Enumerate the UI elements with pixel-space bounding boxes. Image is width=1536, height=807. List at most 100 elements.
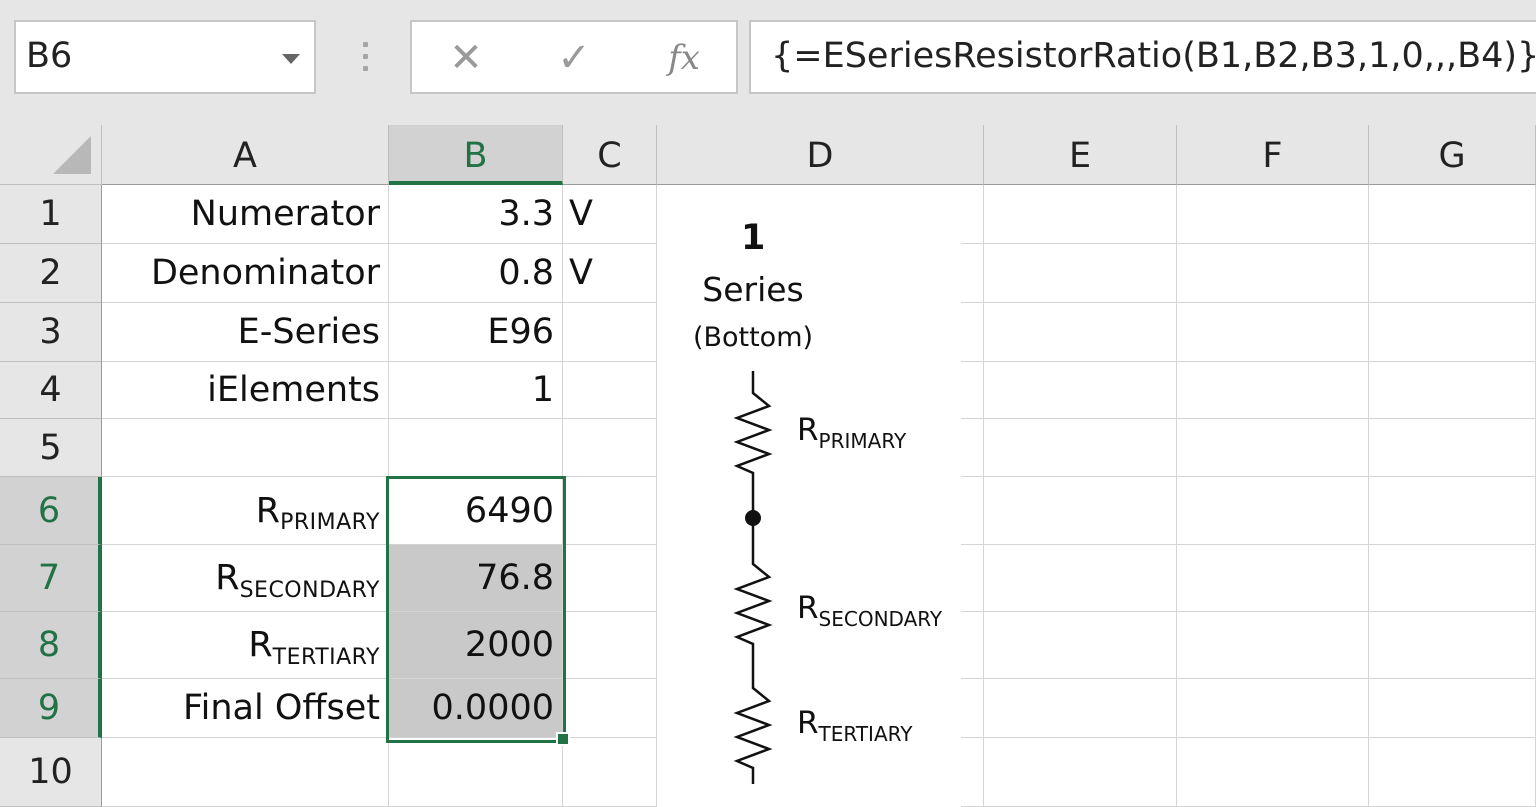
cell-b1[interactable]: 3.3 — [389, 185, 563, 244]
cell-a1-text: Numerator — [190, 194, 380, 234]
formula-buttons: ✕ ✓ fx — [410, 20, 738, 94]
grid-cell[interactable] — [563, 477, 657, 545]
name-box[interactable]: B6 — [14, 20, 316, 94]
grid-cell[interactable] — [1369, 244, 1536, 303]
grid-cell[interactable] — [984, 612, 1177, 679]
cell-a8-sub: TERTIARY — [272, 644, 380, 670]
grid-cell[interactable] — [1369, 303, 1536, 362]
insert-function-button[interactable]: fx — [654, 30, 714, 86]
grid-cell[interactable] — [1177, 612, 1369, 679]
column-header-e[interactable]: E — [984, 125, 1177, 185]
cell-b4[interactable]: 1 — [389, 362, 563, 419]
cell-b6[interactable]: 6490 — [389, 477, 563, 545]
row-header-6[interactable]: 6 — [0, 477, 102, 545]
grid-cell[interactable] — [1369, 545, 1536, 612]
grid-cell[interactable] — [563, 303, 657, 362]
cell-b7[interactable]: 76.8 — [389, 545, 563, 612]
enter-icon[interactable]: ✓ — [544, 30, 604, 86]
row-header-3[interactable]: 3 — [0, 303, 102, 362]
grid-cell[interactable] — [984, 244, 1177, 303]
grid-cell[interactable] — [1369, 679, 1536, 738]
cell-a7-sub: SECONDARY — [239, 577, 380, 603]
grid-cell[interactable] — [1177, 185, 1369, 244]
cell-b9[interactable]: 0.0000 — [389, 679, 563, 738]
grid-cell[interactable] — [1369, 185, 1536, 244]
row-header-2[interactable]: 2 — [0, 244, 102, 303]
grid-cell[interactable] — [1177, 679, 1369, 738]
chevron-down-icon[interactable] — [282, 54, 300, 64]
cell-a4[interactable]: iElements — [102, 362, 389, 419]
grid-cell[interactable] — [563, 545, 657, 612]
grid-cell[interactable] — [984, 477, 1177, 545]
cell-b2[interactable]: 0.8 — [389, 244, 563, 303]
cell-a2[interactable]: Denominator — [102, 244, 389, 303]
schematic-image[interactable]: 1 Series (Bottom) RPRIMARY RSECONDARY RT… — [657, 218, 961, 807]
label-r-secondary: RSECONDARY — [797, 590, 942, 631]
cell-a7[interactable]: R SECONDARY — [102, 545, 389, 612]
grid-cell[interactable] — [1369, 738, 1536, 807]
cell-a6[interactable]: R PRIMARY — [102, 477, 389, 545]
grid-cell[interactable] — [563, 419, 657, 477]
cell-a9[interactable]: Final Offset — [102, 679, 389, 738]
cell-b3-text: E96 — [487, 312, 554, 352]
grid-cell[interactable] — [1177, 419, 1369, 477]
cell-b2-text: 0.8 — [498, 253, 554, 293]
grid-cell[interactable] — [984, 303, 1177, 362]
cancel-icon[interactable]: ✕ — [436, 30, 496, 86]
grid-cell[interactable] — [984, 738, 1177, 807]
column-header-f[interactable]: F — [1177, 125, 1369, 185]
grid-cell[interactable] — [984, 419, 1177, 477]
grid-cell[interactable] — [1177, 738, 1369, 807]
column-header-d[interactable]: D — [657, 125, 984, 185]
column-header-a[interactable]: A — [102, 125, 389, 185]
grid-cell[interactable] — [563, 362, 657, 419]
column-header-g[interactable]: G — [1369, 125, 1536, 185]
cell-a3[interactable]: E-Series — [102, 303, 389, 362]
grid-cell[interactable] — [984, 679, 1177, 738]
cell-b3[interactable]: E96 — [389, 303, 563, 362]
cell-c1[interactable]: V — [563, 185, 657, 244]
cell-a1[interactable]: Numerator — [102, 185, 389, 244]
cell-c2[interactable]: V — [563, 244, 657, 303]
row-header-8[interactable]: 8 — [0, 612, 102, 679]
row-header-10[interactable]: 10 — [0, 738, 102, 807]
row-header-9[interactable]: 9 — [0, 679, 102, 738]
row-header-7[interactable]: 7 — [0, 545, 102, 612]
grid-cell[interactable] — [984, 545, 1177, 612]
cell-a10[interactable] — [102, 738, 389, 807]
formula-input[interactable]: {=ESeriesResistorRatio(B1,B2,B3,1,0,,,B4… — [749, 20, 1536, 94]
grid-cell[interactable] — [563, 679, 657, 738]
grid-cell[interactable] — [1177, 545, 1369, 612]
grid-cell[interactable] — [1369, 362, 1536, 419]
cell-a6-main: R — [255, 490, 281, 531]
column-header-b[interactable]: B — [389, 125, 563, 185]
cell-b8-text: 2000 — [464, 625, 554, 665]
column-header-c[interactable]: C — [563, 125, 657, 185]
grid-cell[interactable] — [563, 738, 657, 807]
grid-cell[interactable] — [984, 185, 1177, 244]
label-r-tertiary: RTERTIARY — [797, 705, 912, 746]
cell-a9-text: Final Offset — [183, 688, 380, 728]
cell-b8[interactable]: 2000 — [389, 612, 563, 679]
grid-cell[interactable] — [1177, 362, 1369, 419]
row-header-5[interactable]: 5 — [0, 419, 102, 477]
row-header-1[interactable]: 1 — [0, 185, 102, 244]
grid-cell[interactable] — [1177, 477, 1369, 545]
cell-a8[interactable]: R TERTIARY — [102, 612, 389, 679]
cell-a3-text: E-Series — [237, 312, 380, 352]
grid-cell[interactable] — [1369, 477, 1536, 545]
cell-a8-main: R — [248, 625, 273, 665]
cell-b10[interactable] — [389, 738, 563, 807]
cell-b5[interactable] — [389, 419, 563, 477]
grid-cell[interactable] — [984, 362, 1177, 419]
grid-cell[interactable] — [1177, 244, 1369, 303]
grid-cell[interactable] — [1177, 303, 1369, 362]
fill-handle[interactable] — [556, 732, 570, 746]
grid-cell[interactable] — [1369, 612, 1536, 679]
cell-a5[interactable] — [102, 419, 389, 477]
grid-cell[interactable] — [1369, 419, 1536, 477]
grip-handle-icon[interactable] — [358, 42, 372, 76]
grid-cell[interactable] — [563, 612, 657, 679]
select-all-button[interactable] — [0, 125, 102, 185]
row-header-4[interactable]: 4 — [0, 362, 102, 419]
